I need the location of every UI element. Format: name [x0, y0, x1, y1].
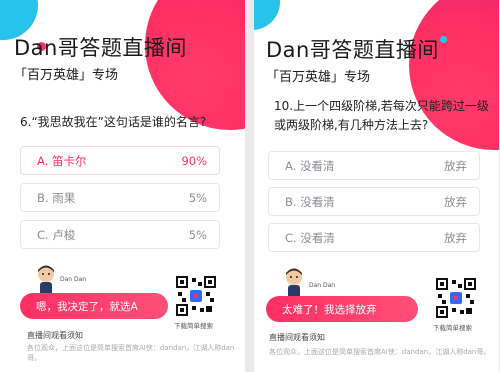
option-status: 放弃 — [444, 158, 467, 173]
quiz-panel-left: Dan哥答题直播间 「百万英雄」专场 6.“我思故我在”这句话是谁的名言? A.… — [0, 0, 245, 372]
option-a[interactable]: A. 笛卡尔 90% — [20, 146, 220, 175]
decor-cyan-circle — [254, 0, 280, 30]
option-label: C. 卢梭 — [37, 227, 76, 242]
option-percent: 90% — [181, 153, 207, 168]
host-answer-bubble: 太难了！我选择放弃 — [266, 296, 418, 322]
option-b[interactable]: B. 雨果 5% — [20, 183, 220, 212]
question-text: 10.上一个四级阶梯,若每次只能跨过一级或两级阶梯,有几种方法上去? — [274, 99, 489, 132]
page-title: Dan哥答题直播间 — [14, 36, 187, 60]
option-label: A. 笛卡尔 — [37, 153, 87, 168]
option-percent: 5% — [188, 227, 207, 242]
page-subtitle: 「百万英雄」专场 — [14, 68, 119, 83]
option-percent: 5% — [188, 190, 207, 205]
option-a[interactable]: A. 没看清 放弃 — [268, 151, 480, 180]
option-c[interactable]: C. 没看清 放弃 — [268, 223, 480, 252]
option-label: C. 没看清 — [285, 230, 335, 245]
page-title: Dan哥答题直播间 — [266, 38, 439, 62]
notice-title: 直播间观看须知 — [27, 331, 83, 340]
option-label: B. 没看清 — [285, 194, 335, 209]
option-label: A. 没看清 — [285, 158, 335, 173]
quiz-panel-right: Dan哥答题直播间 「百万英雄」专场 10.上一个四级阶梯,若每次只能跨过一级或… — [254, 0, 499, 372]
host-name: Dan Dan — [60, 276, 87, 283]
qr-code-icon[interactable] — [436, 278, 476, 318]
notice-text: 各位观众，上面这位是简单搜索首席AI侠：dandan，江湖人称dan哥。 — [27, 344, 235, 362]
decor-cyan-dot — [440, 36, 447, 43]
qr-code-icon[interactable] — [176, 276, 216, 316]
qr-caption: 下载简单搜索 — [174, 322, 213, 330]
option-c[interactable]: C. 卢梭 5% — [20, 220, 220, 249]
page-subtitle: 「百万英雄」专场 — [266, 70, 371, 85]
question-text: 6.“我思故我在”这句话是谁的名言? — [20, 115, 207, 129]
header: Dan哥答题直播间 「百万英雄」专场 — [14, 32, 187, 83]
option-status: 放弃 — [444, 230, 467, 245]
host-name: Dan Dan — [309, 282, 336, 289]
option-status: 放弃 — [444, 194, 467, 209]
qr-caption: 下载简单搜索 — [433, 324, 472, 332]
option-b[interactable]: B. 没看清 放弃 — [268, 187, 480, 216]
notice-title: 直播间观看须知 — [269, 333, 325, 342]
option-label: B. 雨果 — [37, 190, 76, 205]
notice-text: 各位观众，上面这位是简单搜索首席AI侠：dandan，江湖人称dan哥。 — [269, 348, 491, 356]
header: Dan哥答题直播间 「百万英雄」专场 — [266, 34, 439, 85]
host-answer-bubble: 嗯，我决定了，就选A — [20, 293, 168, 319]
